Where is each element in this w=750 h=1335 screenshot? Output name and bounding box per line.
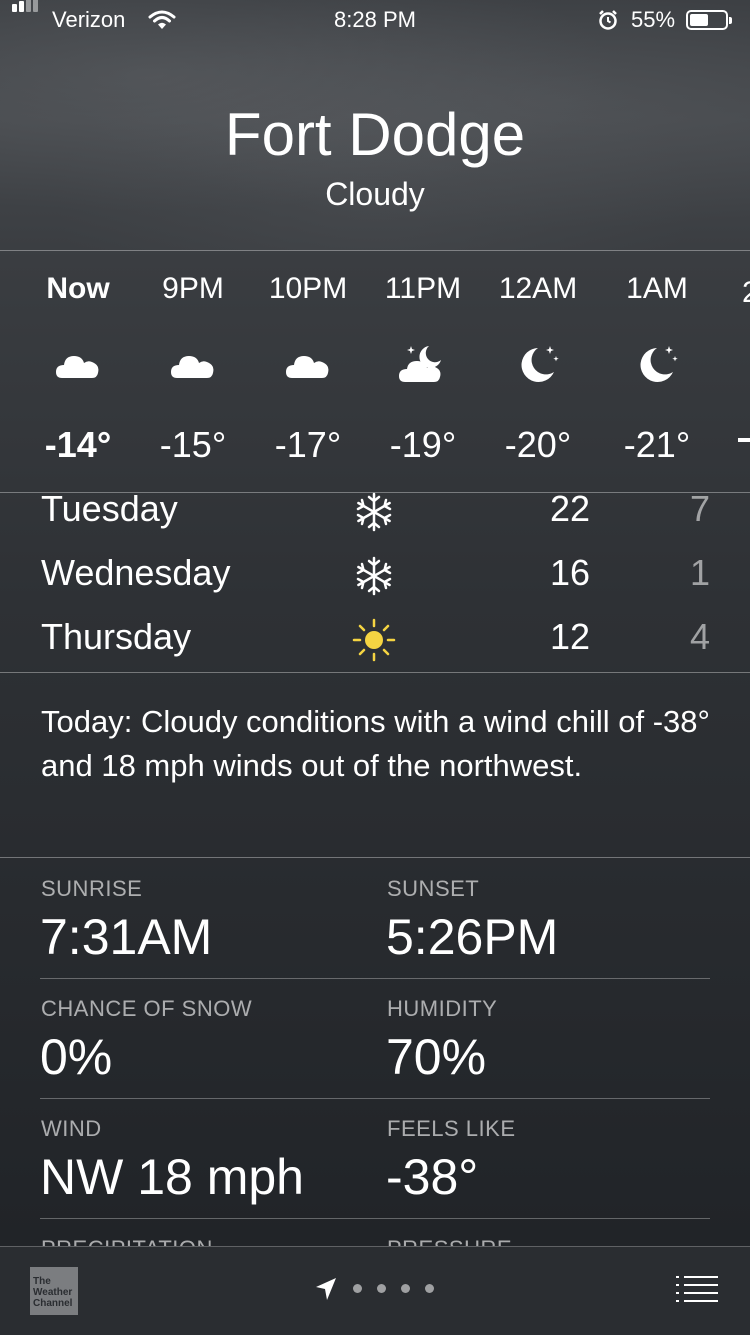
daily-row: Wednesday 16 1: [0, 552, 750, 612]
humidity-label: HUMIDITY: [387, 996, 498, 1021]
day-high: 12: [549, 616, 590, 657]
snowflake-icon: [356, 556, 392, 596]
hour-temp: -19°: [389, 424, 457, 465]
bottom-toolbar: [0, 1246, 750, 1335]
day-low: 7: [689, 488, 710, 529]
forecast-summary: Today: Cloudy conditions with a wind chi…: [41, 704, 710, 783]
divider: [0, 857, 750, 858]
snow-chance-label: CHANCE OF SNOW: [41, 996, 253, 1021]
divider: [0, 250, 750, 251]
cloud-icon: [171, 356, 214, 378]
divider: [40, 1218, 710, 1219]
partly-cloudy-night-icon: [399, 346, 441, 382]
moon-icon: [521, 346, 559, 382]
day-name: Tuesday: [41, 488, 178, 529]
pressure-label: PRESSURE: [387, 1236, 512, 1246]
cut-off-row: PRECIPITATION PRESSURE: [0, 1236, 750, 1246]
day-high: 22: [549, 488, 590, 529]
precipitation-label: PRECIPITATION: [41, 1236, 213, 1246]
page-dot[interactable]: [377, 1284, 386, 1293]
feels-like-label: FEELS LIKE: [387, 1116, 516, 1141]
hour-temp: -20°: [504, 424, 572, 465]
feels-like-value: -38°: [386, 1149, 479, 1205]
hour-label: 12AM: [498, 272, 578, 305]
hour-temp: -15°: [159, 424, 227, 465]
list-icon[interactable]: [676, 1276, 718, 1302]
day-low: 1: [689, 552, 710, 593]
day-name: Wednesday: [41, 552, 231, 593]
page-dot[interactable]: [353, 1284, 362, 1293]
hour-label: 9PM: [162, 272, 224, 305]
location-arrow-icon[interactable]: [314, 1276, 338, 1302]
humidity-value: 70%: [386, 1029, 487, 1085]
daily-row: Tuesday 22 7: [0, 488, 750, 548]
daily-row: Thursday 12 4: [0, 616, 750, 676]
divider: [40, 978, 710, 979]
divider: [40, 1098, 710, 1099]
divider: [0, 672, 750, 673]
weather-channel-logo[interactable]: The Weather Channel: [30, 1267, 78, 1315]
alarm-icon: [599, 10, 617, 30]
battery-icon: [686, 10, 732, 30]
hour-temp: -14°: [44, 424, 112, 465]
battery-percent: 55%: [631, 7, 676, 32]
sun-icon: [352, 618, 396, 662]
hour-label: 11PM: [384, 272, 462, 305]
wind-label: WIND: [41, 1116, 102, 1141]
hour-label: Now: [46, 272, 110, 305]
sunset-value: 5:26PM: [386, 909, 559, 965]
snowflake-icon: [356, 492, 392, 532]
snow-chance-value: 0%: [40, 1029, 113, 1085]
moon-icon: [640, 346, 678, 382]
city-name: Fort Dodge: [224, 101, 526, 168]
day-low: 4: [689, 616, 710, 657]
next-temp-peek: [738, 438, 750, 442]
sunset-label: SUNSET: [387, 876, 480, 901]
hour-label: 1AM: [626, 272, 688, 305]
hour-temp: -21°: [623, 424, 691, 465]
cloud-icon: [56, 356, 99, 378]
current-condition: Cloudy: [325, 176, 425, 212]
cloud-icon: [286, 356, 329, 378]
hour-temp: -17°: [274, 424, 342, 465]
page-dot[interactable]: [425, 1284, 434, 1293]
wind-value: NW 18 mph: [40, 1149, 304, 1205]
next-hour-peek: 2: [742, 276, 750, 306]
status-bar: Verizon 8:28 PM 55%: [0, 0, 750, 40]
day-name: Thursday: [41, 616, 192, 657]
page-dot[interactable]: [401, 1284, 410, 1293]
hour-label: 10PM: [268, 272, 348, 305]
sunrise-label: SUNRISE: [41, 876, 143, 901]
day-high: 16: [549, 552, 590, 593]
sunrise-value: 7:31AM: [40, 909, 213, 965]
